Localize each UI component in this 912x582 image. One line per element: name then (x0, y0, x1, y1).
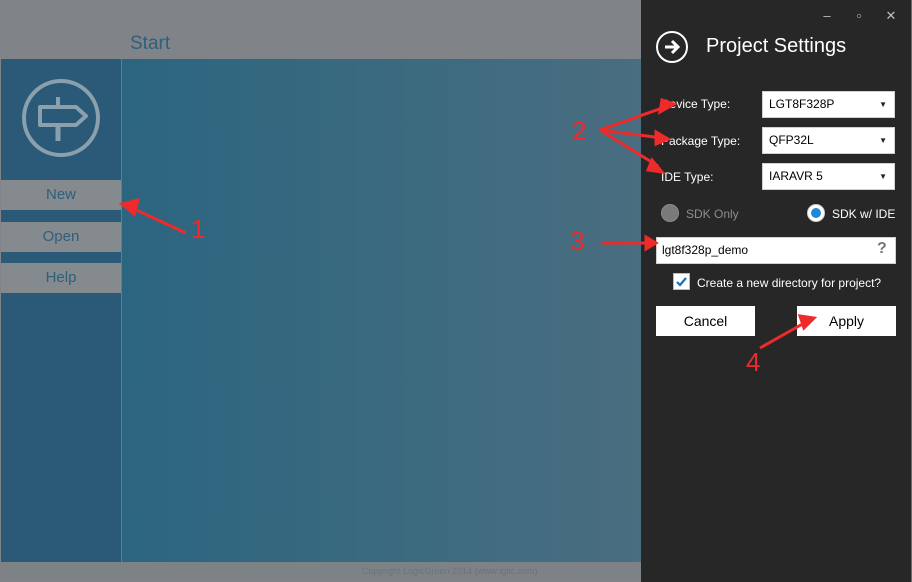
maximize-button[interactable]: ▫ (851, 8, 867, 23)
device-type-label: Device Type: (661, 97, 731, 111)
help-button[interactable]: Help (1, 263, 121, 293)
annotation-number: 2 (572, 116, 587, 146)
close-button[interactable]: ✕ (883, 8, 899, 24)
apply-button[interactable]: Apply (797, 306, 896, 336)
copyright-text: Copyright LogicGreen 2014 (www.lgtic.com… (362, 566, 538, 576)
cancel-button[interactable]: Cancel (656, 306, 755, 336)
package-type-value: QFP32L (769, 133, 814, 147)
radio-selected-dot (811, 208, 821, 218)
help-question-icon[interactable]: ? (877, 240, 887, 258)
ide-type-select[interactable]: IARAVR 5 ▼ (762, 163, 895, 190)
signpost-icon (22, 79, 100, 157)
ide-type-value: IARAVR 5 (769, 169, 823, 183)
sdk-with-ide-radio[interactable] (807, 204, 825, 222)
open-button[interactable]: Open (1, 222, 121, 252)
page-title: Start (130, 33, 171, 54)
project-settings-panel (641, 0, 911, 582)
panel-title: Project Settings (706, 35, 847, 57)
new-button[interactable]: New (1, 180, 121, 210)
minimize-button[interactable]: ‒ (819, 8, 835, 23)
package-type-select[interactable]: QFP32L ▼ (762, 127, 895, 154)
chevron-down-icon: ▼ (879, 136, 887, 145)
main-content-area (122, 59, 641, 562)
footer (1, 562, 641, 581)
sdk-only-radio[interactable] (661, 204, 679, 222)
sdk-only-label: SDK Only (686, 207, 739, 221)
sdk-with-ide-label: SDK w/ IDE (832, 207, 896, 221)
create-directory-checkbox[interactable] (673, 273, 690, 290)
back-arrow-icon[interactable] (656, 31, 688, 63)
chevron-down-icon: ▼ (879, 100, 887, 109)
checkmark-icon (676, 277, 687, 287)
chevron-down-icon: ▼ (879, 172, 887, 181)
annotation-number: 3 (570, 226, 585, 256)
create-directory-label: Create a new directory for project? (697, 276, 882, 290)
device-type-select[interactable]: LGT8F328P ▼ (762, 91, 895, 118)
ide-type-label: IDE Type: (661, 170, 714, 184)
annotation-number: 1 (191, 214, 206, 244)
project-name-input[interactable]: lgt8f328p_demo (656, 237, 896, 264)
device-type-value: LGT8F328P (769, 97, 835, 111)
package-type-label: Package Type: (661, 134, 741, 148)
annotation-number: 4 (746, 347, 761, 377)
